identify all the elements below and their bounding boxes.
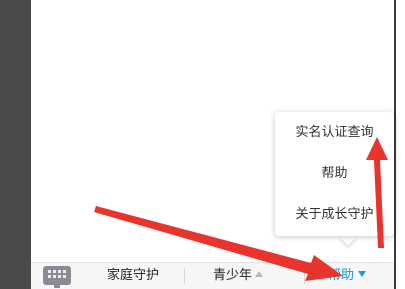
- tab-youth-label: 青少年: [213, 268, 253, 283]
- menu-item-real-name-verification[interactable]: 实名认证查询: [275, 118, 394, 148]
- keyboard-stem: [54, 285, 60, 288]
- menu-item-label: 关于成长守护: [295, 207, 374, 222]
- keyboard-toggle-button[interactable]: [43, 266, 71, 288]
- tab-help[interactable]: 帮助: [328, 266, 367, 286]
- triangle-up-icon: [255, 271, 264, 277]
- help-popup-menu: 实名认证查询 帮助 关于成长守护: [275, 112, 394, 236]
- tab-family-guard-label: 家庭守护: [107, 268, 160, 283]
- bottom-tab-bar: 家庭守护 青少年 帮助: [31, 262, 394, 289]
- menu-item-help[interactable]: 帮助: [275, 159, 394, 189]
- triangle-down-icon: [358, 271, 367, 277]
- tab-family-guard[interactable]: 家庭守护: [107, 266, 159, 286]
- tab-separator: [304, 268, 305, 284]
- tab-help-label: 帮助: [328, 268, 355, 283]
- right-window-frame: [394, 0, 405, 289]
- left-window-frame: [0, 0, 31, 289]
- tab-youth[interactable]: 青少年: [213, 266, 264, 286]
- tab-separator: [184, 268, 185, 284]
- keyboard-icon: [48, 270, 66, 281]
- menu-item-label: 实名认证查询: [295, 125, 374, 140]
- menu-item-label: 帮助: [321, 166, 348, 181]
- menu-item-about-growth-guard[interactable]: 关于成长守护: [275, 200, 394, 230]
